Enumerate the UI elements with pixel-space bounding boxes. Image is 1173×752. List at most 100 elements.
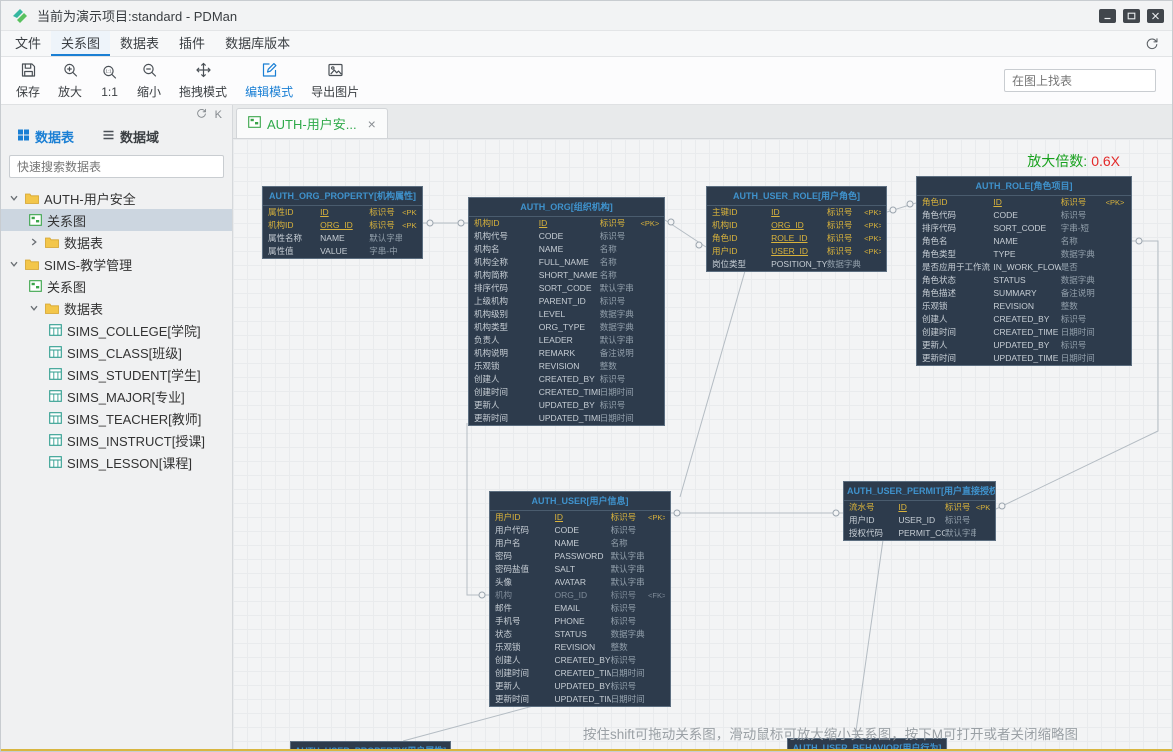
save-button[interactable]: 保存 xyxy=(7,59,49,102)
entity-field-row[interactable]: 用户IDUSER_ID标识号<PK> xyxy=(707,245,886,258)
entity-field-row[interactable]: 角色IDROLE_ID标识号<PK> xyxy=(707,232,886,245)
entity-field-row[interactable]: 机构代号CODE标识号 xyxy=(469,230,664,243)
tree-table-item[interactable]: SIMS_TEACHER[教师] xyxy=(1,407,232,429)
entity-field-row[interactable]: 角色代码CODE标识号 xyxy=(917,209,1131,222)
entity-field-row[interactable]: 用户代码CODE标识号 xyxy=(490,524,670,537)
find-table-input[interactable] xyxy=(1004,69,1156,92)
tree-diagram-item[interactable]: 关系图 xyxy=(1,275,232,297)
tab-close-icon[interactable]: × xyxy=(368,117,376,131)
entity-field-row[interactable]: 机构说明REMARK备注说明 xyxy=(469,347,664,360)
refresh-icon[interactable] xyxy=(195,107,208,123)
zoom-reset-button[interactable]: 1:11:1 xyxy=(91,59,128,102)
entity-field-row[interactable]: 状态STATUS数据字典 xyxy=(490,628,670,641)
entity-field-row[interactable]: 创建时间CREATED_TIME日期时间 xyxy=(917,326,1131,339)
entity-auth-user-role[interactable]: AUTH_USER_ROLE[用户角色]主键IDID标识号<PK>机构IDORG… xyxy=(706,186,887,272)
entity-field-row[interactable]: 机构ORG_ID标识号<FK> xyxy=(490,589,670,602)
entity-field-row[interactable]: 授权代码PERMIT_CODE默认字串 xyxy=(844,527,995,540)
collapse-panel-icon[interactable] xyxy=(1144,36,1160,52)
entity-field-row[interactable]: 角色类型TYPE数据字典 xyxy=(917,248,1131,261)
entity-field-row[interactable]: 机构级别LEVEL数据字典 xyxy=(469,308,664,321)
entity-field-row[interactable]: 机构IDORG_ID标识号<PK> xyxy=(263,219,422,232)
entity-field-row[interactable]: 用户名NAME名称 xyxy=(490,537,670,550)
entity-auth-org-property[interactable]: AUTH_ORG_PROPERTY[机构属性]属性IDID标识号<PK>机构ID… xyxy=(262,186,423,259)
entity-field-row[interactable]: 手机号PHONE标识号 xyxy=(490,615,670,628)
zoom-out-button[interactable]: 缩小 xyxy=(128,59,170,102)
entity-field-row[interactable]: 乐观锁REVISION整数 xyxy=(469,360,664,373)
tree-folder-item[interactable]: 数据表 xyxy=(1,297,232,319)
diagram-canvas[interactable]: 放大倍数:0.6X 按住shift可拖动关系图，滑动鼠标可放大缩小关系图，按下M… xyxy=(233,139,1172,751)
tree-folder-item[interactable]: 数据表 xyxy=(1,231,232,253)
tree-table-item[interactable]: SIMS_INSTRUCT[授课] xyxy=(1,429,232,451)
entity-field-row[interactable]: 邮件EMAIL标识号 xyxy=(490,602,670,615)
entity-field-row[interactable]: 属性值VALUE字串-中 xyxy=(263,245,422,258)
entity-field-row[interactable]: 密码PASSWORD默认字串 xyxy=(490,550,670,563)
sidebar-search-input[interactable] xyxy=(9,155,224,178)
entity-field-row[interactable]: 角色状态STATUS数据字典 xyxy=(917,274,1131,287)
entity-field-row[interactable]: 机构类型ORG_TYPE数据字典 xyxy=(469,321,664,334)
entity-field-row[interactable]: 角色IDID标识号<PK> xyxy=(917,196,1131,209)
entity-auth-user[interactable]: AUTH_USER[用户信息]用户IDID标识号<PK>用户代码CODE标识号用… xyxy=(489,491,671,707)
entity-field-row[interactable]: 流水号ID标识号<PK> xyxy=(844,501,995,514)
zoom-in-button[interactable]: 放大 xyxy=(49,59,91,102)
tree-table-item[interactable]: SIMS_MAJOR[专业] xyxy=(1,385,232,407)
entity-field-row[interactable]: 用户IDID标识号<PK> xyxy=(490,511,670,524)
entity-auth-org[interactable]: AUTH_ORG[组织机构]机构IDID标识号<PK>机构代号CODE标识号机构… xyxy=(468,197,665,426)
tree-table-item[interactable]: SIMS_LESSON[课程] xyxy=(1,451,232,473)
menu-diagram[interactable]: 关系图 xyxy=(51,31,110,56)
menu-file[interactable]: 文件 xyxy=(5,31,51,56)
entity-field-row[interactable]: 更新时间UPDATED_TIME日期时间 xyxy=(490,693,670,706)
tree-table-item[interactable]: SIMS_CLASS[班级] xyxy=(1,341,232,363)
entity-field-row[interactable]: 创建时间CREATED_TIME日期时间 xyxy=(469,386,664,399)
entity-field-row[interactable]: 创建时间CREATED_TIME日期时间 xyxy=(490,667,670,680)
drag-mode-button[interactable]: 拖拽模式 xyxy=(170,59,236,102)
entity-field-row[interactable]: 机构IDID标识号<PK> xyxy=(469,217,664,230)
entity-field-row[interactable]: 乐观锁REVISION整数 xyxy=(917,300,1131,313)
entity-field-row[interactable]: 排序代码SORT_CODE字串-短 xyxy=(917,222,1131,235)
tab-data-domains[interactable]: 数据域 xyxy=(102,127,159,146)
tree-diagram-item[interactable]: 关系图 xyxy=(1,209,232,231)
entity-auth-role[interactable]: AUTH_ROLE[角色项目]角色IDID标识号<PK>角色代码CODE标识号排… xyxy=(916,176,1132,366)
entity-field-row[interactable]: 机构IDORG_ID标识号<PK> xyxy=(707,219,886,232)
export-image-button[interactable]: 导出图片 xyxy=(302,59,368,102)
entity-field-row[interactable]: 机构简称SHORT_NAME名称 xyxy=(469,269,664,282)
entity-field-row[interactable]: 密码盐值SALT默认字串 xyxy=(490,563,670,576)
tree-table-item[interactable]: SIMS_STUDENT[学生] xyxy=(1,363,232,385)
entity-field-row[interactable]: 是否应用于工作流IN_WORK_FLOW是否 xyxy=(917,261,1131,274)
edit-mode-button[interactable]: 编辑模式 xyxy=(236,59,302,102)
entity-field-row[interactable]: 岗位类型POSITION_TYPE数据字典 xyxy=(707,258,886,271)
maximize-button[interactable] xyxy=(1123,9,1140,23)
menu-tables[interactable]: 数据表 xyxy=(110,31,169,56)
chevron-down-icon[interactable] xyxy=(29,303,40,313)
entity-field-row[interactable]: 乐观锁REVISION整数 xyxy=(490,641,670,654)
diagram-tab[interactable]: AUTH-用户安... × xyxy=(236,108,388,138)
entity-field-row[interactable]: 创建人CREATED_BY标识号 xyxy=(490,654,670,667)
entity-field-row[interactable]: 主键IDID标识号<PK> xyxy=(707,206,886,219)
chevron-right-icon[interactable] xyxy=(29,237,40,247)
entity-field-row[interactable]: 机构名NAME名称 xyxy=(469,243,664,256)
entity-field-row[interactable]: 更新人UPDATED_BY标识号 xyxy=(469,399,664,412)
tree-folder-item[interactable]: SIMS-教学管理 xyxy=(1,253,232,275)
entity-field-row[interactable]: 上级机构PARENT_ID标识号 xyxy=(469,295,664,308)
chevron-down-icon[interactable] xyxy=(9,259,20,269)
entity-field-row[interactable]: 排序代码SORT_CODE默认字串 xyxy=(469,282,664,295)
entity-field-row[interactable]: 头像AVATAR默认字串 xyxy=(490,576,670,589)
entity-field-row[interactable]: 负责人LEADER默认字串 xyxy=(469,334,664,347)
entity-field-row[interactable]: 属性名称NAME默认字串 xyxy=(263,232,422,245)
minimize-button[interactable] xyxy=(1099,9,1116,23)
entity-field-row[interactable]: 角色描述SUMMARY备注说明 xyxy=(917,287,1131,300)
entity-field-row[interactable]: 属性IDID标识号<PK> xyxy=(263,206,422,219)
entity-field-row[interactable]: 更新人UPDATED_BY标识号 xyxy=(490,680,670,693)
entity-field-row[interactable]: 更新人UPDATED_BY标识号 xyxy=(917,339,1131,352)
entity-field-row[interactable]: 机构全称FULL_NAME名称 xyxy=(469,256,664,269)
entity-field-row[interactable]: 角色名NAME名称 xyxy=(917,235,1131,248)
menu-plugins[interactable]: 插件 xyxy=(169,31,215,56)
entity-auth-user-permit[interactable]: AUTH_USER_PERMIT[用户直接授权]流水号ID标识号<PK>用户ID… xyxy=(843,481,996,541)
tree-table-item[interactable]: SIMS_COLLEGE[学院] xyxy=(1,319,232,341)
menu-db-version[interactable]: 数据库版本 xyxy=(215,31,300,56)
chevron-down-icon[interactable] xyxy=(9,193,20,203)
close-button[interactable] xyxy=(1147,9,1164,23)
tab-data-tables[interactable]: 数据表 xyxy=(17,127,74,146)
entity-field-row[interactable]: 用户IDUSER_ID标识号 xyxy=(844,514,995,527)
entity-field-row[interactable]: 创建人CREATED_BY标识号 xyxy=(917,313,1131,326)
tree-folder-item[interactable]: AUTH-用户安全 xyxy=(1,187,232,209)
